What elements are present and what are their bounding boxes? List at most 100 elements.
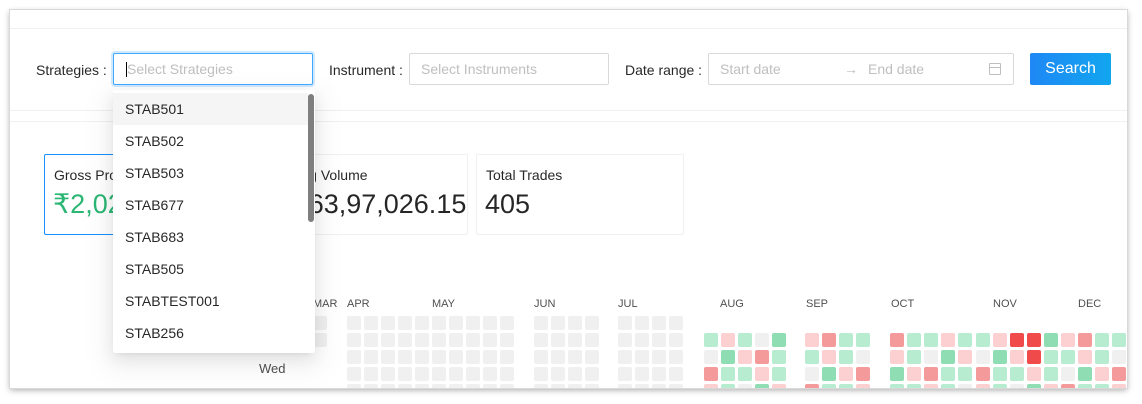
- heatmap-cell[interactable]: [635, 316, 649, 330]
- heatmap-cell[interactable]: [907, 367, 921, 381]
- heatmap-cell[interactable]: [976, 384, 990, 388]
- heatmap-cell[interactable]: [669, 384, 683, 388]
- heatmap-cell[interactable]: [1010, 384, 1024, 388]
- heatmap-cell[interactable]: [1027, 367, 1041, 381]
- heatmap-cell[interactable]: [652, 350, 666, 364]
- heatmap-cell[interactable]: [347, 333, 361, 347]
- heatmap-cell[interactable]: [976, 350, 990, 364]
- heatmap-cell[interactable]: [568, 384, 582, 388]
- heatmap-cell[interactable]: [1044, 384, 1058, 388]
- heatmap-cell[interactable]: [618, 333, 632, 347]
- heatmap-cell[interactable]: [534, 316, 548, 330]
- search-button[interactable]: Search: [1030, 53, 1111, 85]
- heatmap-cell[interactable]: [466, 350, 480, 364]
- heatmap-cell[interactable]: [652, 367, 666, 381]
- heatmap-cell[interactable]: [1044, 367, 1058, 381]
- heatmap-cell[interactable]: [890, 384, 904, 388]
- heatmap-cell[interactable]: [941, 367, 955, 381]
- heatmap-cell[interactable]: [1095, 367, 1109, 381]
- heatmap-cell[interactable]: [976, 367, 990, 381]
- heatmap-cell[interactable]: [1112, 350, 1126, 364]
- heatmap-cell[interactable]: [805, 333, 819, 347]
- heatmap-cell[interactable]: [856, 350, 870, 364]
- heatmap-cell[interactable]: [704, 384, 718, 388]
- heatmap-cell[interactable]: [635, 350, 649, 364]
- heatmap-cell[interactable]: [1112, 384, 1126, 388]
- heatmap-cell[interactable]: [585, 350, 599, 364]
- heatmap-cell[interactable]: [449, 333, 463, 347]
- heatmap-cell[interactable]: [1044, 333, 1058, 347]
- heatmap-cell[interactable]: [500, 316, 514, 330]
- heatmap-cell[interactable]: [669, 316, 683, 330]
- heatmap-cell[interactable]: [652, 333, 666, 347]
- heatmap-cell[interactable]: [398, 316, 412, 330]
- heatmap-cell[interactable]: [941, 350, 955, 364]
- heatmap-cell[interactable]: [618, 384, 632, 388]
- heatmap-cell[interactable]: [1027, 350, 1041, 364]
- heatmap-cell[interactable]: [1078, 384, 1092, 388]
- heatmap-cell[interactable]: [890, 333, 904, 347]
- heatmap-cell[interactable]: [568, 367, 582, 381]
- heatmap-cell[interactable]: [534, 384, 548, 388]
- heatmap-cell[interactable]: [398, 384, 412, 388]
- heatmap-cell[interactable]: [500, 384, 514, 388]
- heatmap-cell[interactable]: [1061, 384, 1075, 388]
- dropdown-option[interactable]: STABTEST001: [113, 285, 308, 317]
- heatmap-cell[interactable]: [466, 384, 480, 388]
- heatmap-cell[interactable]: [313, 316, 327, 330]
- heatmap-cell[interactable]: [738, 384, 752, 388]
- dropdown-option[interactable]: STAB501: [113, 93, 308, 125]
- heatmap-cell[interactable]: [839, 333, 853, 347]
- dropdown-option[interactable]: STAB505: [113, 253, 308, 285]
- heatmap-cell[interactable]: [1095, 333, 1109, 347]
- heatmap-cell[interactable]: [415, 333, 429, 347]
- heatmap-cell[interactable]: [924, 367, 938, 381]
- heatmap-cell[interactable]: [415, 350, 429, 364]
- heatmap-cell[interactable]: [1061, 333, 1075, 347]
- heatmap-cell[interactable]: [347, 316, 361, 330]
- dropdown-option[interactable]: STAB256: [113, 317, 308, 349]
- heatmap-cell[interactable]: [772, 350, 786, 364]
- heatmap-cell[interactable]: [704, 333, 718, 347]
- heatmap-cell[interactable]: [924, 384, 938, 388]
- heatmap-cell[interactable]: [1095, 384, 1109, 388]
- date-range-picker[interactable]: Start date → End date: [708, 53, 1014, 85]
- strategies-select[interactable]: Select Strategies: [113, 53, 313, 85]
- dropdown-scrollbar[interactable]: [308, 94, 314, 222]
- heatmap-cell[interactable]: [347, 350, 361, 364]
- heatmap-cell[interactable]: [551, 333, 565, 347]
- start-date-input[interactable]: Start date: [720, 54, 781, 84]
- dropdown-option[interactable]: STAB503: [113, 157, 308, 189]
- heatmap-cell[interactable]: [704, 350, 718, 364]
- heatmap-cell[interactable]: [415, 367, 429, 381]
- heatmap-cell[interactable]: [483, 316, 497, 330]
- heatmap-cell[interactable]: [381, 316, 395, 330]
- heatmap-cell[interactable]: [890, 350, 904, 364]
- heatmap-cell[interactable]: [669, 367, 683, 381]
- dropdown-option[interactable]: STAB683: [113, 221, 308, 253]
- heatmap-cell[interactable]: [669, 350, 683, 364]
- heatmap-cell[interactable]: [398, 333, 412, 347]
- heatmap-cell[interactable]: [907, 350, 921, 364]
- heatmap-cell[interactable]: [1061, 367, 1075, 381]
- heatmap-cell[interactable]: [364, 350, 378, 364]
- total-trades-card[interactable]: Total Trades 405: [476, 154, 684, 235]
- heatmap-cell[interactable]: [652, 316, 666, 330]
- heatmap-cell[interactable]: [364, 316, 378, 330]
- heatmap-cell[interactable]: [704, 367, 718, 381]
- heatmap-cell[interactable]: [398, 367, 412, 381]
- heatmap-cell[interactable]: [856, 384, 870, 388]
- heatmap-cell[interactable]: [483, 350, 497, 364]
- heatmap-cell[interactable]: [585, 333, 599, 347]
- heatmap-cell[interactable]: [924, 333, 938, 347]
- calendar-icon[interactable]: [989, 63, 1001, 75]
- heatmap-cell[interactable]: [755, 367, 769, 381]
- heatmap-cell[interactable]: [568, 350, 582, 364]
- heatmap-cell[interactable]: [993, 350, 1007, 364]
- heatmap-cell[interactable]: [839, 367, 853, 381]
- heatmap-cell[interactable]: [907, 333, 921, 347]
- heatmap-cell[interactable]: [1010, 367, 1024, 381]
- heatmap-cell[interactable]: [738, 333, 752, 347]
- heatmap-cell[interactable]: [755, 350, 769, 364]
- heatmap-cell[interactable]: [1078, 367, 1092, 381]
